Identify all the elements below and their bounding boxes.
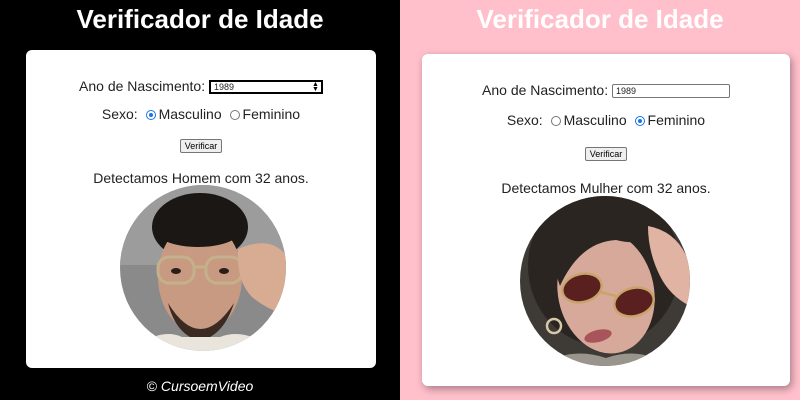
birth-year-input[interactable]: 1989 xyxy=(611,84,730,99)
footer-brand: CursoemVideo xyxy=(160,378,254,394)
page-title: Verificador de Idade xyxy=(76,4,324,34)
result-text: Detectamos Homem com 32 anos. xyxy=(93,170,309,186)
radio-male-label[interactable]: Masculino xyxy=(564,112,627,128)
birth-year-value: 1989 xyxy=(213,82,235,93)
verify-button[interactable]: Verificar xyxy=(584,147,628,161)
radio-male-label[interactable]: Masculino xyxy=(159,106,222,122)
result-row: Detectamos Homem com 32 anos. xyxy=(26,170,376,186)
birth-year-input[interactable]: 1989 ▲ ▼ xyxy=(208,80,323,95)
woman-portrait-image xyxy=(520,196,690,366)
copyright-symbol: © xyxy=(146,378,158,394)
woman-portrait-icon xyxy=(520,196,690,366)
birth-label: Ano de Nascimento: xyxy=(482,82,609,98)
radio-female-label[interactable]: Feminino xyxy=(243,106,301,122)
man-portrait-image xyxy=(120,185,286,351)
result-row: Detectamos Mulher com 32 anos. xyxy=(422,180,790,196)
spinner-arrows-icon[interactable]: ▲ ▼ xyxy=(312,81,319,93)
birth-row: Ano de Nascimento: 1989 xyxy=(422,82,790,99)
radio-female[interactable] xyxy=(229,110,240,121)
sex-row: Sexo: Masculino Feminino xyxy=(422,112,790,128)
birth-year-value: 1989 xyxy=(615,86,637,97)
verifier-card: Ano de Nascimento: 1989 Sexo: Masculino … xyxy=(422,54,790,386)
man-portrait-icon xyxy=(120,185,286,351)
button-row: Verificar xyxy=(26,136,376,153)
radio-male[interactable] xyxy=(550,116,561,127)
left-panel: Verificador de Idade Ano de Nascimento: … xyxy=(0,0,400,400)
verifier-card: Ano de Nascimento: 1989 ▲ ▼ Sexo: Masculi… xyxy=(26,50,376,368)
sex-label: Sexo: xyxy=(506,112,543,128)
button-row: Verificar xyxy=(422,144,790,161)
radio-male[interactable] xyxy=(145,110,156,121)
verify-button[interactable]: Verificar xyxy=(179,139,223,153)
birth-label: Ano de Nascimento: xyxy=(79,78,206,94)
result-text: Detectamos Mulher com 32 anos. xyxy=(501,180,711,196)
birth-row: Ano de Nascimento: 1989 ▲ ▼ xyxy=(26,78,376,95)
radio-female[interactable] xyxy=(634,116,645,127)
sex-label: Sexo: xyxy=(101,106,138,122)
radio-female-label[interactable]: Feminino xyxy=(648,112,706,128)
sex-row: Sexo: Masculino Feminino xyxy=(26,106,376,122)
page-title: Verificador de Idade xyxy=(476,4,724,34)
footer-credit: © CursoemVideo xyxy=(0,378,400,394)
right-panel: Verificador de Idade Ano de Nascimento: … xyxy=(400,0,800,400)
